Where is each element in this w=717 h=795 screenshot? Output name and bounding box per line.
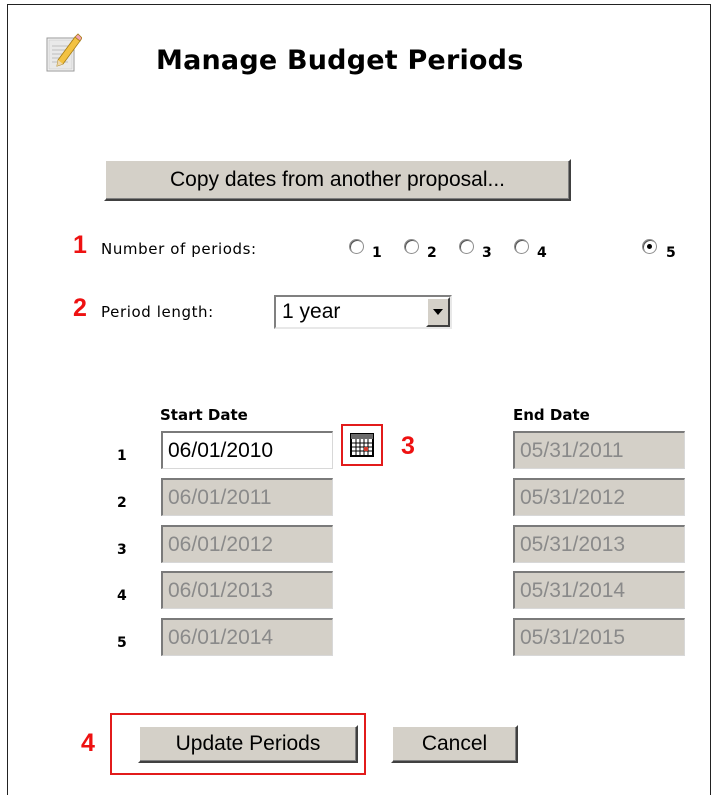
period-row-number: 1 (117, 448, 127, 464)
end-date-input-1: 05/31/2011 (513, 431, 685, 469)
number-of-periods-label: Number of periods: (101, 240, 257, 258)
period-count-radio-1[interactable] (349, 239, 364, 254)
period-row-number: 3 (117, 542, 127, 558)
period-count-option-label: 2 (427, 245, 437, 261)
page-title: Manage Budget Periods (156, 45, 524, 76)
period-row-number: 2 (117, 495, 127, 511)
callout-number-3: 3 (401, 432, 415, 460)
period-count-option-label: 1 (372, 245, 382, 261)
period-count-radio-2[interactable] (404, 239, 419, 254)
end-date-input-3: 05/31/2013 (513, 525, 685, 563)
period-count-option-label: 5 (666, 245, 676, 261)
end-date-input-2: 05/31/2012 (513, 478, 685, 516)
start-date-input-5: 06/01/2014 (161, 618, 333, 656)
start-date-header: Start Date (160, 406, 248, 424)
period-count-radio-5[interactable] (642, 239, 657, 254)
period-count-radio-4[interactable] (514, 239, 529, 254)
start-date-input-4: 06/01/2013 (161, 571, 333, 609)
cancel-button[interactable]: Cancel (391, 725, 518, 763)
period-row-number: 5 (117, 635, 127, 651)
dropdown-arrow-icon[interactable] (426, 297, 450, 327)
start-date-input-2: 06/01/2011 (161, 478, 333, 516)
period-length-label: Period length: (101, 303, 214, 321)
copy-dates-button[interactable]: Copy dates from another proposal... (104, 159, 571, 201)
calendar-icon[interactable] (350, 433, 374, 457)
start-date-input-1[interactable]: 06/01/2010 (161, 431, 333, 469)
edit-pencil-icon (46, 33, 82, 72)
end-date-input-5: 05/31/2015 (513, 618, 685, 656)
dialog-panel: Manage Budget Periods Copy dates from an… (7, 4, 711, 795)
callout-number-1: 1 (73, 231, 87, 259)
period-count-option-label: 3 (482, 245, 492, 261)
callout-number-2: 2 (73, 294, 87, 322)
end-date-input-4: 05/31/2014 (513, 571, 685, 609)
period-count-option-label: 4 (537, 245, 547, 261)
callout-number-4: 4 (81, 729, 95, 757)
period-length-value: 1 year (282, 300, 341, 323)
end-date-header: End Date (513, 406, 590, 424)
start-date-input-3: 06/01/2012 (161, 525, 333, 563)
period-length-select[interactable]: 1 year (274, 295, 452, 329)
period-row-number: 4 (117, 588, 127, 604)
period-count-radio-3[interactable] (459, 239, 474, 254)
update-periods-button[interactable]: Update Periods (138, 725, 358, 763)
